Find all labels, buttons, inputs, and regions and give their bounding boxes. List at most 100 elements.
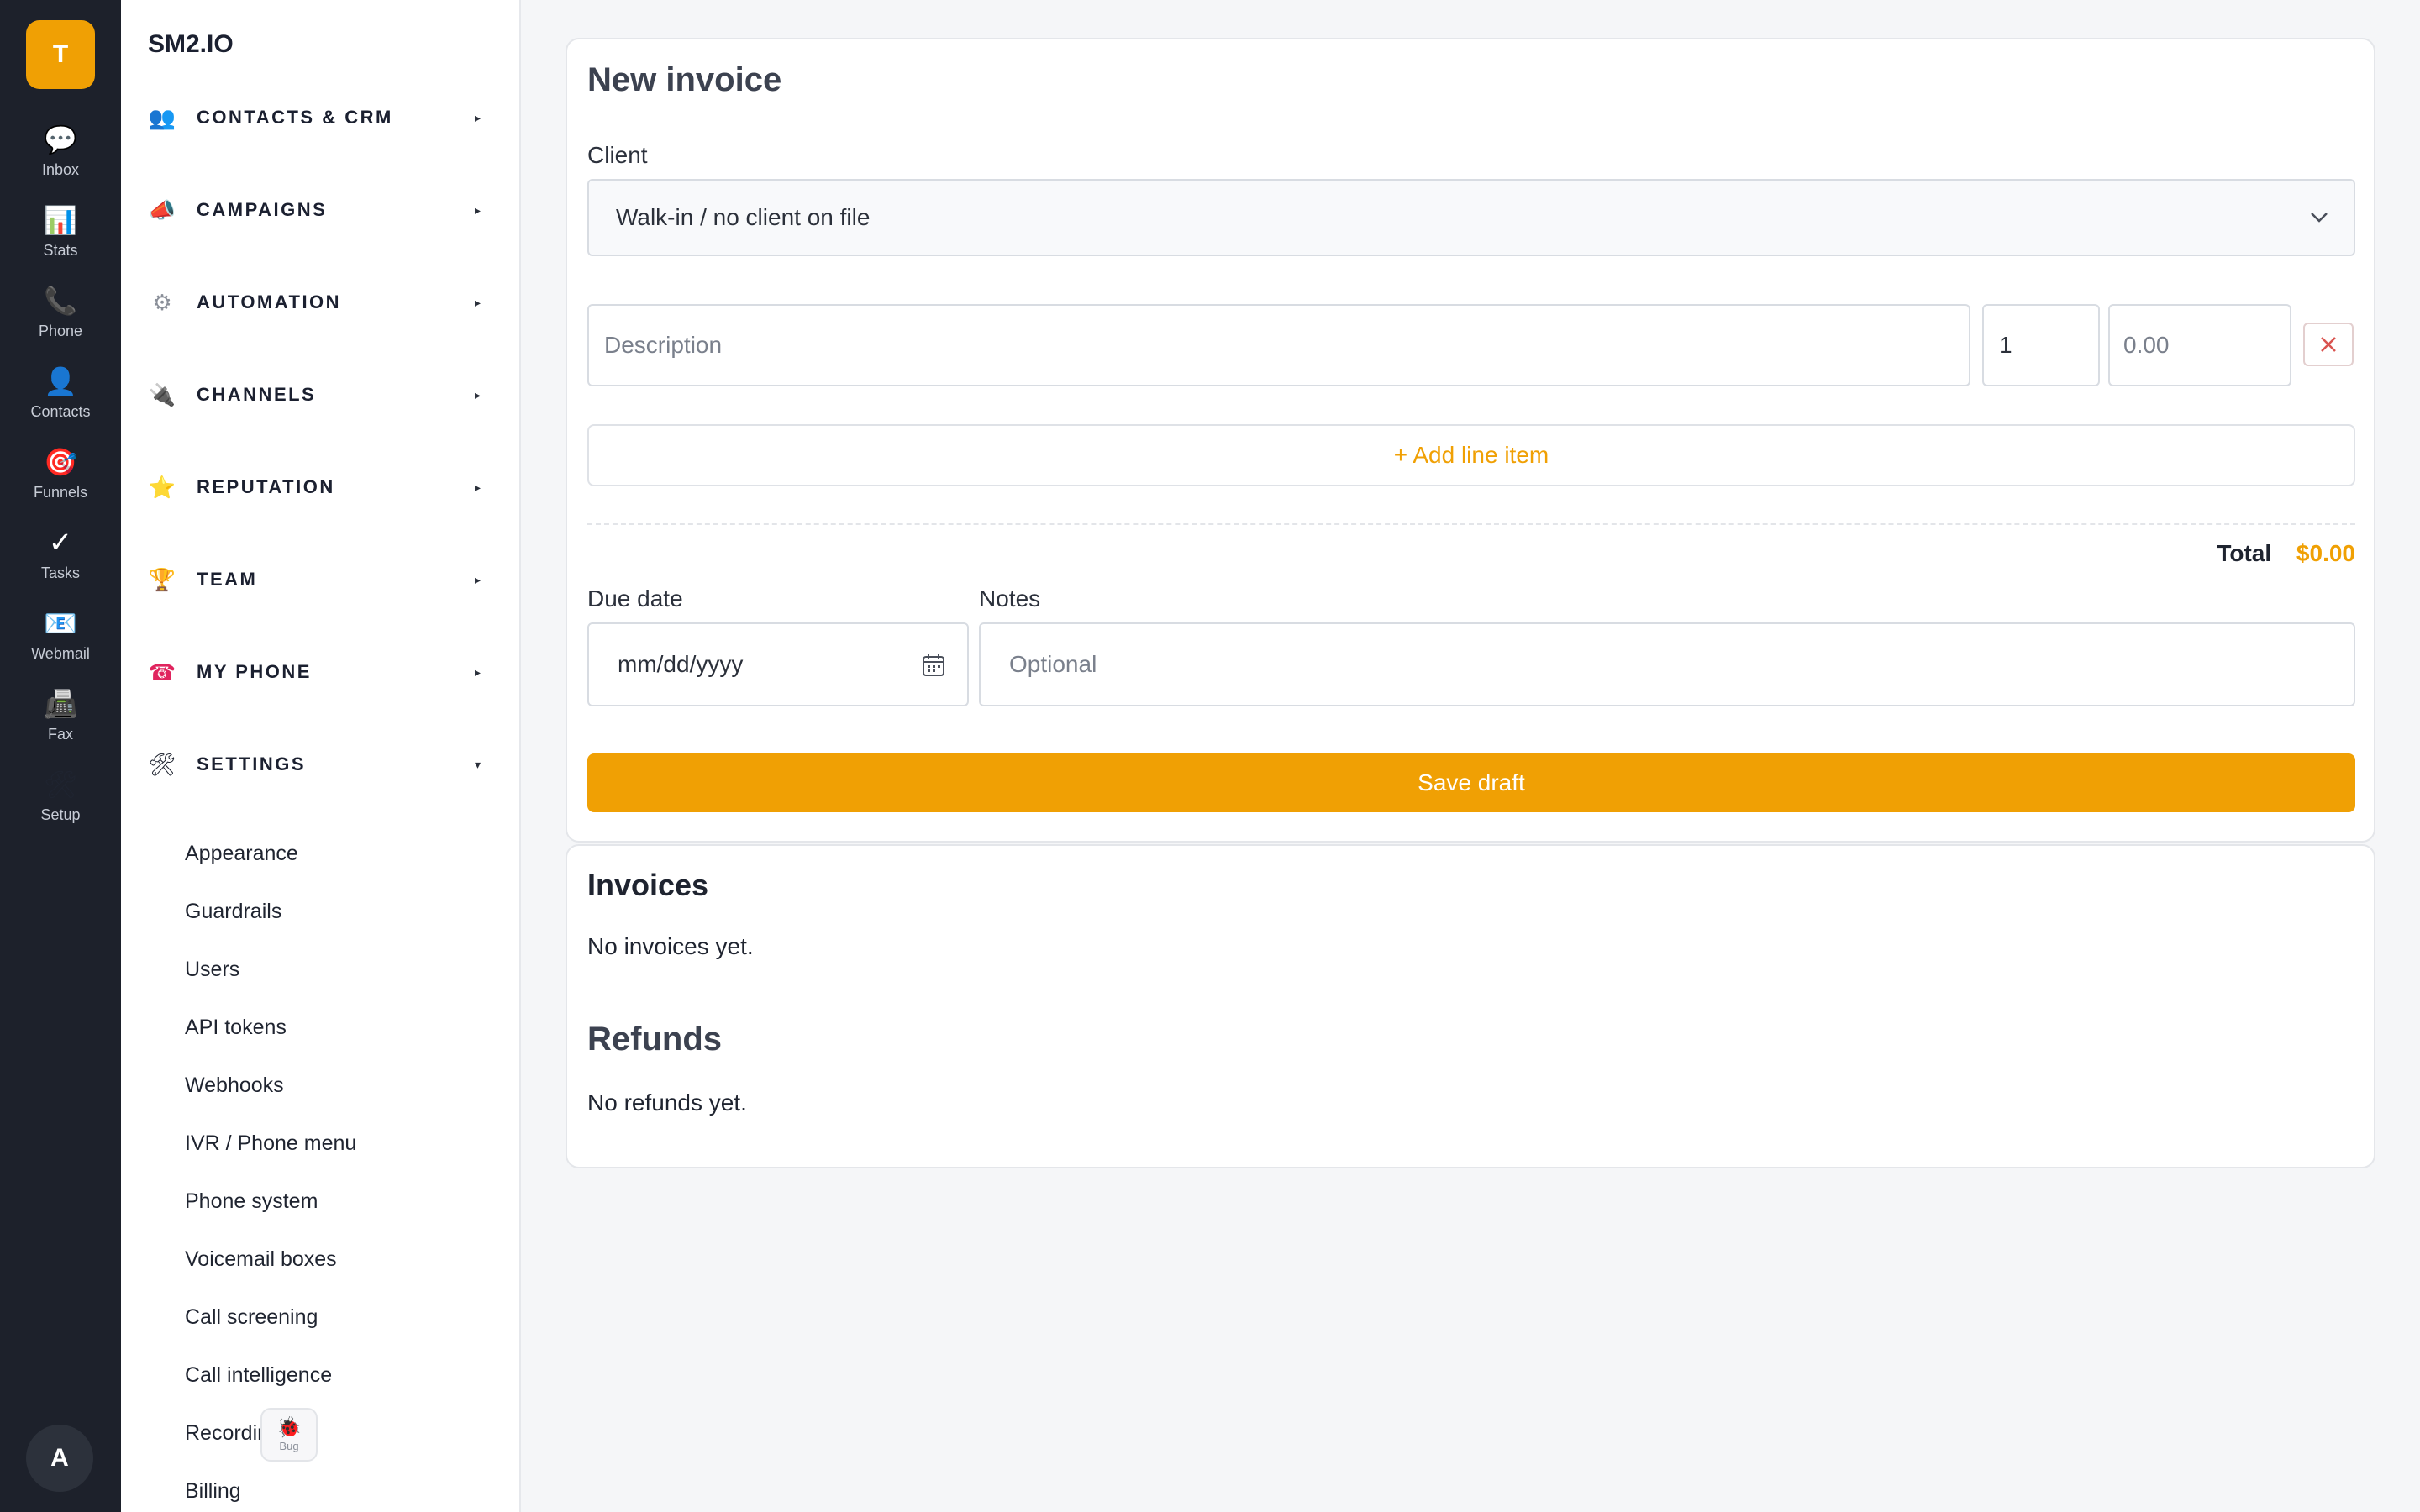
caret-right-icon: ▸ [474,480,481,494]
fax-icon: 📠 [44,689,77,719]
rail-label: Inbox [41,161,80,178]
client-select[interactable]: Walk-in / no client on file [587,179,2355,256]
sidebar: SM2.IO 👥 CONTACTS & CRM ▸ 📣 CAMPAIGNS ▸ … [121,0,521,1512]
sidebar-group-reputation[interactable]: ⭐ REPUTATION ▸ [148,462,501,512]
sidebar-group-label: AUTOMATION [197,291,342,312]
sidebar-group-automation[interactable]: ⚙ AUTOMATION ▸ [148,277,501,328]
avatar-initial: A [50,1444,69,1472]
rail-item-phone[interactable]: 📞 Phone [0,284,121,360]
remove-line-button[interactable] [2303,323,2354,366]
rail-label: Webmail [31,645,90,662]
sidebar-item-ivr-phone-menu[interactable]: IVR / Phone menu [185,1125,356,1162]
price-placeholder: 0.00 [2123,332,2170,358]
sidebar-group-channels[interactable]: 🔌 CHANNELS ▸ [148,370,501,420]
rail-label: Contacts [30,403,91,420]
due-date-input[interactable]: mm/dd/yyyy [587,622,969,706]
rail-item-tasks[interactable]: ✓ Tasks [0,526,121,601]
totals-divider [587,523,2355,525]
person-icon: 👤 [44,366,77,396]
invoices-empty-text: No invoices yet. [587,933,754,959]
tools-icon: 🛠 [43,769,78,800]
star-icon: ⭐ [148,474,176,500]
description-placeholder: Description [604,332,723,358]
new-invoice-card: New invoice Client Walk-in / no client o… [566,38,2375,843]
plug-icon: 🔌 [148,381,176,407]
rail-item-funnels[interactable]: 🎯 Funnels [0,445,121,521]
sidebar-group-settings[interactable]: 🛠 SETTINGS ▾ [148,739,501,790]
caret-right-icon: ▸ [474,664,481,679]
sidebar-group-label: CONTACTS & CRM [197,107,393,128]
rail-item-fax[interactable]: 📠 Fax [0,687,121,763]
workspace-initial: T [52,40,69,68]
rail-item-webmail[interactable]: 📧 Webmail [0,606,121,682]
rail-label: Phone [38,323,83,339]
caret-right-icon: ▸ [474,202,481,217]
rail-label: Setup [40,806,81,823]
org-name: SM2.IO [148,30,234,58]
caret-right-icon: ▸ [474,387,481,402]
add-line-item-button[interactable]: + Add line item [587,424,2355,486]
rail-item-stats[interactable]: 📊 Stats [0,203,121,279]
user-avatar[interactable]: A [26,1425,93,1492]
invoices-refunds-card: Invoices No invoices yet. Refunds No ref… [566,844,2375,1168]
due-date-placeholder: mm/dd/yyyy [618,651,744,677]
checkmark-icon: ✓ [48,527,73,559]
total-value: $0.00 [2296,540,2355,566]
total-label: Total [2217,540,2272,566]
target-icon: 🎯 [44,447,77,477]
caret-right-icon: ▸ [474,110,481,124]
chevron-down-icon [2310,208,2328,227]
sidebar-item-voicemail-boxes[interactable]: Voicemail boxes [185,1241,337,1278]
workspace-logo[interactable]: T [26,20,95,89]
sidebar-item-guardrails[interactable]: Guardrails [185,893,281,930]
caret-right-icon: ▸ [474,572,481,586]
sidebar-item-users[interactable]: Users [185,951,239,988]
phone-icon: 📞 [44,286,77,316]
sidebar-item-billing[interactable]: Billing [185,1473,241,1509]
bug-report-button[interactable]: 🐞 Bug [260,1408,318,1462]
bug-icon: 🐞 [276,1415,302,1439]
trophy-icon: 🏆 [148,566,176,592]
gear-icon: ⚙ [152,289,172,315]
sidebar-item-api-tokens[interactable]: API tokens [185,1009,287,1046]
telephone-icon: ☎ [148,659,176,685]
sidebar-group-label: CHANNELS [197,384,317,405]
line-description-input[interactable]: Description [587,304,1970,386]
notes-input[interactable]: Optional [979,622,2355,706]
megaphone-icon: 📣 [148,197,176,223]
rail-label: Fax [47,726,73,743]
line-qty-input[interactable]: 1 [1982,304,2100,386]
sidebar-group-contacts-crm[interactable]: 👥 CONTACTS & CRM ▸ [148,92,501,143]
rail-item-inbox[interactable]: 💬 Inbox [0,123,121,198]
calendar-icon[interactable] [922,653,945,684]
caret-down-icon: ▾ [474,757,481,771]
sidebar-item-appearance[interactable]: Appearance [185,835,298,872]
sidebar-item-call-screening[interactable]: Call screening [185,1299,318,1336]
sidebar-group-label: SETTINGS [197,753,307,774]
sidebar-item-phone-system[interactable]: Phone system [185,1183,318,1220]
notes-placeholder: Optional [1009,651,1097,677]
refunds-empty-text: No refunds yet. [587,1089,747,1116]
tools-icon: 🛠 [148,751,176,777]
sidebar-group-team[interactable]: 🏆 TEAM ▸ [148,554,501,605]
rail-item-setup[interactable]: 🛠 Setup [0,768,121,843]
line-price-input[interactable]: 0.00 [2108,304,2291,386]
app-rail: T 💬 Inbox 📊 Stats 📞 Phone 👤 Contacts 🎯 F… [0,0,121,1512]
bug-label: Bug [279,1439,299,1452]
sidebar-group-campaigns[interactable]: 📣 CAMPAIGNS ▸ [148,185,501,235]
rail-label: Funnels [33,484,88,501]
client-label: Client [587,142,648,168]
save-draft-button[interactable]: Save draft [587,753,2355,812]
client-select-value: Walk-in / no client on file [616,204,871,230]
chat-bubble-icon: 💬 [44,124,77,155]
rail-label: Stats [43,242,78,259]
sidebar-item-call-intelligence[interactable]: Call intelligence [185,1357,332,1394]
sidebar-group-label: TEAM [197,569,258,590]
refunds-heading: Refunds [587,1021,722,1058]
sidebar-item-webhooks[interactable]: Webhooks [185,1067,284,1104]
people-icon: 👥 [148,104,176,130]
notes-label: Notes [979,585,1041,612]
sidebar-group-my-phone[interactable]: ☎ MY PHONE ▸ [148,647,501,697]
sidebar-group-label: CAMPAIGNS [197,199,328,220]
rail-item-contacts[interactable]: 👤 Contacts [0,365,121,440]
